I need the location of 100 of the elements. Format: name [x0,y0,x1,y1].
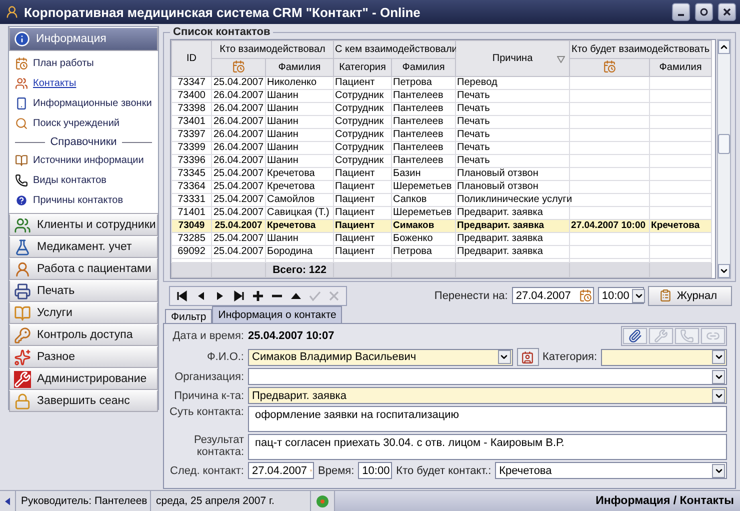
nav-group-button[interactable]: Завершить сеанс [9,390,158,412]
cross-icon [328,290,340,302]
scroll-down-button[interactable] [718,264,730,278]
status-location: Информация / Контакты [335,491,740,511]
printer-icon [14,282,31,300]
close-button[interactable] [718,3,736,21]
people-icon [14,216,31,234]
circle-icon [700,8,708,16]
maximize-button[interactable] [695,3,713,21]
scroll-thumb[interactable] [718,134,730,154]
time-field[interactable]: 10:00 [358,462,392,479]
organization-dropdown[interactable] [248,368,727,385]
wrench-icon [14,370,31,388]
table-cell: 25.04.2007 [212,246,266,258]
book-icon [15,154,28,167]
nav-link[interactable]: Поиск учреждений [15,114,158,133]
table-row[interactable]: 73364 25.04.2007 Кречетова Пациент Шереметьев Плановый отзвон [172,180,712,194]
table-row[interactable]: 73347 25.04.2007 Николенко Пациент Петрова Перевод [172,76,712,90]
field-label: Категория: [542,351,597,363]
name-dropdown[interactable]: Симаков Владимир Васильевич [248,348,513,366]
date-field[interactable]: 27.04.2007 [248,462,314,479]
field-label: Причина к-та: [173,390,244,402]
column-header[interactable] [212,58,266,76]
last-record-icon [233,290,245,302]
field-label: Время: [318,464,354,476]
flask-icon [14,238,31,256]
nav-group-button[interactable]: Услуги [9,302,158,324]
tab[interactable]: Информация о контакте [212,306,342,323]
field-label: Дата и время: [172,330,244,342]
dropdown-button[interactable] [712,350,725,364]
table-row[interactable]: 73049 25.04.2007 Кречетова Пациент Симаков Предварит. заявка 27.04.2007 10:00 Кречетова [172,220,712,232]
nav-link[interactable]: Источники информации [15,151,158,170]
nav-group-button[interactable]: Контроль доступа [9,324,158,346]
table-cell: Пациент [334,246,392,258]
time-dropdown[interactable]: 10:00 [598,287,644,304]
table-row[interactable]: 73285 25.04.2007 Шанин Пациент Боженко Предварит. заявка [172,232,712,246]
table-row[interactable]: 73331 25.04.2007 Самойлов Пациент Сапков Поликлинические услуги [172,194,712,206]
summary-text-area[interactable]: оформление заявки на госпитализацию [248,406,727,432]
table-cell: Бородина [266,246,334,258]
dropdown-button[interactable] [712,370,725,384]
nav-group-button[interactable]: Администрирование [9,368,158,390]
column-header[interactable]: Категория [334,58,392,76]
table-row[interactable]: 73400 26.04.2007 Шанин Сотрудник Пантелеев Печать [172,90,712,102]
nav-group-button[interactable]: Клиенты и сотрудники [9,214,158,236]
people-icon [15,77,28,90]
column-header[interactable]: Фамилия [266,58,334,76]
plus-icon [252,290,264,302]
book-icon [14,304,31,322]
paperclip-icon [628,329,642,343]
table-row[interactable]: 73399 26.04.2007 Шанин Сотрудник Пантелеев Печать [172,142,712,154]
table-row[interactable]: 73345 25.04.2007 Кречетова Пациент Базин Плановый отзвон [172,168,712,180]
column-header[interactable]: ID [172,40,212,76]
column-group-header: Кто взаимодействовал [212,40,334,58]
date-field[interactable]: 27.04.2007 [512,287,594,304]
column-header[interactable] [570,58,650,76]
first-record-icon [176,290,188,302]
window-title: Корпоративная медицинская система CRM "Контакт" - Online [24,4,422,20]
nav-group-button[interactable]: Работа с пациентами [9,258,158,280]
nav-link[interactable]: Виды контактов [15,171,158,190]
nav-link[interactable]: Информационные звонки [15,94,158,113]
table-row[interactable]: 69092 25.04.2007 Бородина Пациент Петрова Предварит. заявка [172,246,712,258]
nav-group-button[interactable]: Информация [9,27,158,51]
minimize-button[interactable] [672,3,690,21]
table-row[interactable]: 73397 26.04.2007 Шанин Сотрудник Пантелеев Печать [172,128,712,142]
table-row[interactable]: 73396 26.04.2007 Шанин Сотрудник Пантелеев Печать [172,154,712,168]
dropdown-button[interactable] [498,350,511,364]
nav-link[interactable]: Контакты [15,74,158,93]
nav-link[interactable]: Причины контактов [15,191,158,210]
search-icon [15,117,28,130]
help-icon [15,194,28,207]
nav-link[interactable]: План работы [15,54,158,73]
chevron-down-icon [719,266,729,276]
dropdown-button[interactable] [712,464,725,478]
nav-group-button[interactable]: Разное [9,346,158,368]
action-button[interactable] [623,328,647,344]
collapse-arrow-icon[interactable] [5,496,10,506]
table-row[interactable]: 73398 26.04.2007 Шанин Сотрудник Пантелеев Печать [172,102,712,116]
table-cell: 69092 [172,246,212,258]
nav-group-button[interactable]: Медикамент. учет [9,236,158,258]
result-text-area[interactable]: пац-т согласен приехать 30.04. с отв. лицом - Каировым В.Р. [248,434,727,460]
contact-card-button[interactable] [516,348,539,366]
scrollbar[interactable] [717,39,731,279]
scroll-up-button[interactable] [718,40,730,54]
dropdown-button[interactable] [632,288,646,302]
journal-button[interactable]: Журнал [648,286,732,306]
datetime-value: 25.04.2007 10:07 [248,330,336,342]
reason-dropdown[interactable]: Предварит. заявка [248,387,727,404]
column-header[interactable]: Причина [456,40,570,76]
dropdown-button[interactable] [712,388,725,402]
column-header[interactable]: Фамилия [392,58,456,76]
telephone-icon [15,174,28,187]
info-icon [14,31,30,47]
nav-group-button[interactable]: Печать [9,280,158,302]
table-row[interactable]: 71401 25.04.2007 Савицкая (Т.) Пациент Шереметьев Предварит. заявка [172,206,712,220]
field-label: Результат контакта: [192,434,244,458]
column-header[interactable]: Фамилия [650,58,712,76]
contact-person-dropdown[interactable]: Кречетова [495,462,727,479]
table-row[interactable]: 73401 26.04.2007 Шанин Сотрудник Пантелеев Печать [172,116,712,128]
tab[interactable]: Фильтр [165,309,212,323]
column-group-header: Кто будет взаимодействовать [570,40,712,58]
